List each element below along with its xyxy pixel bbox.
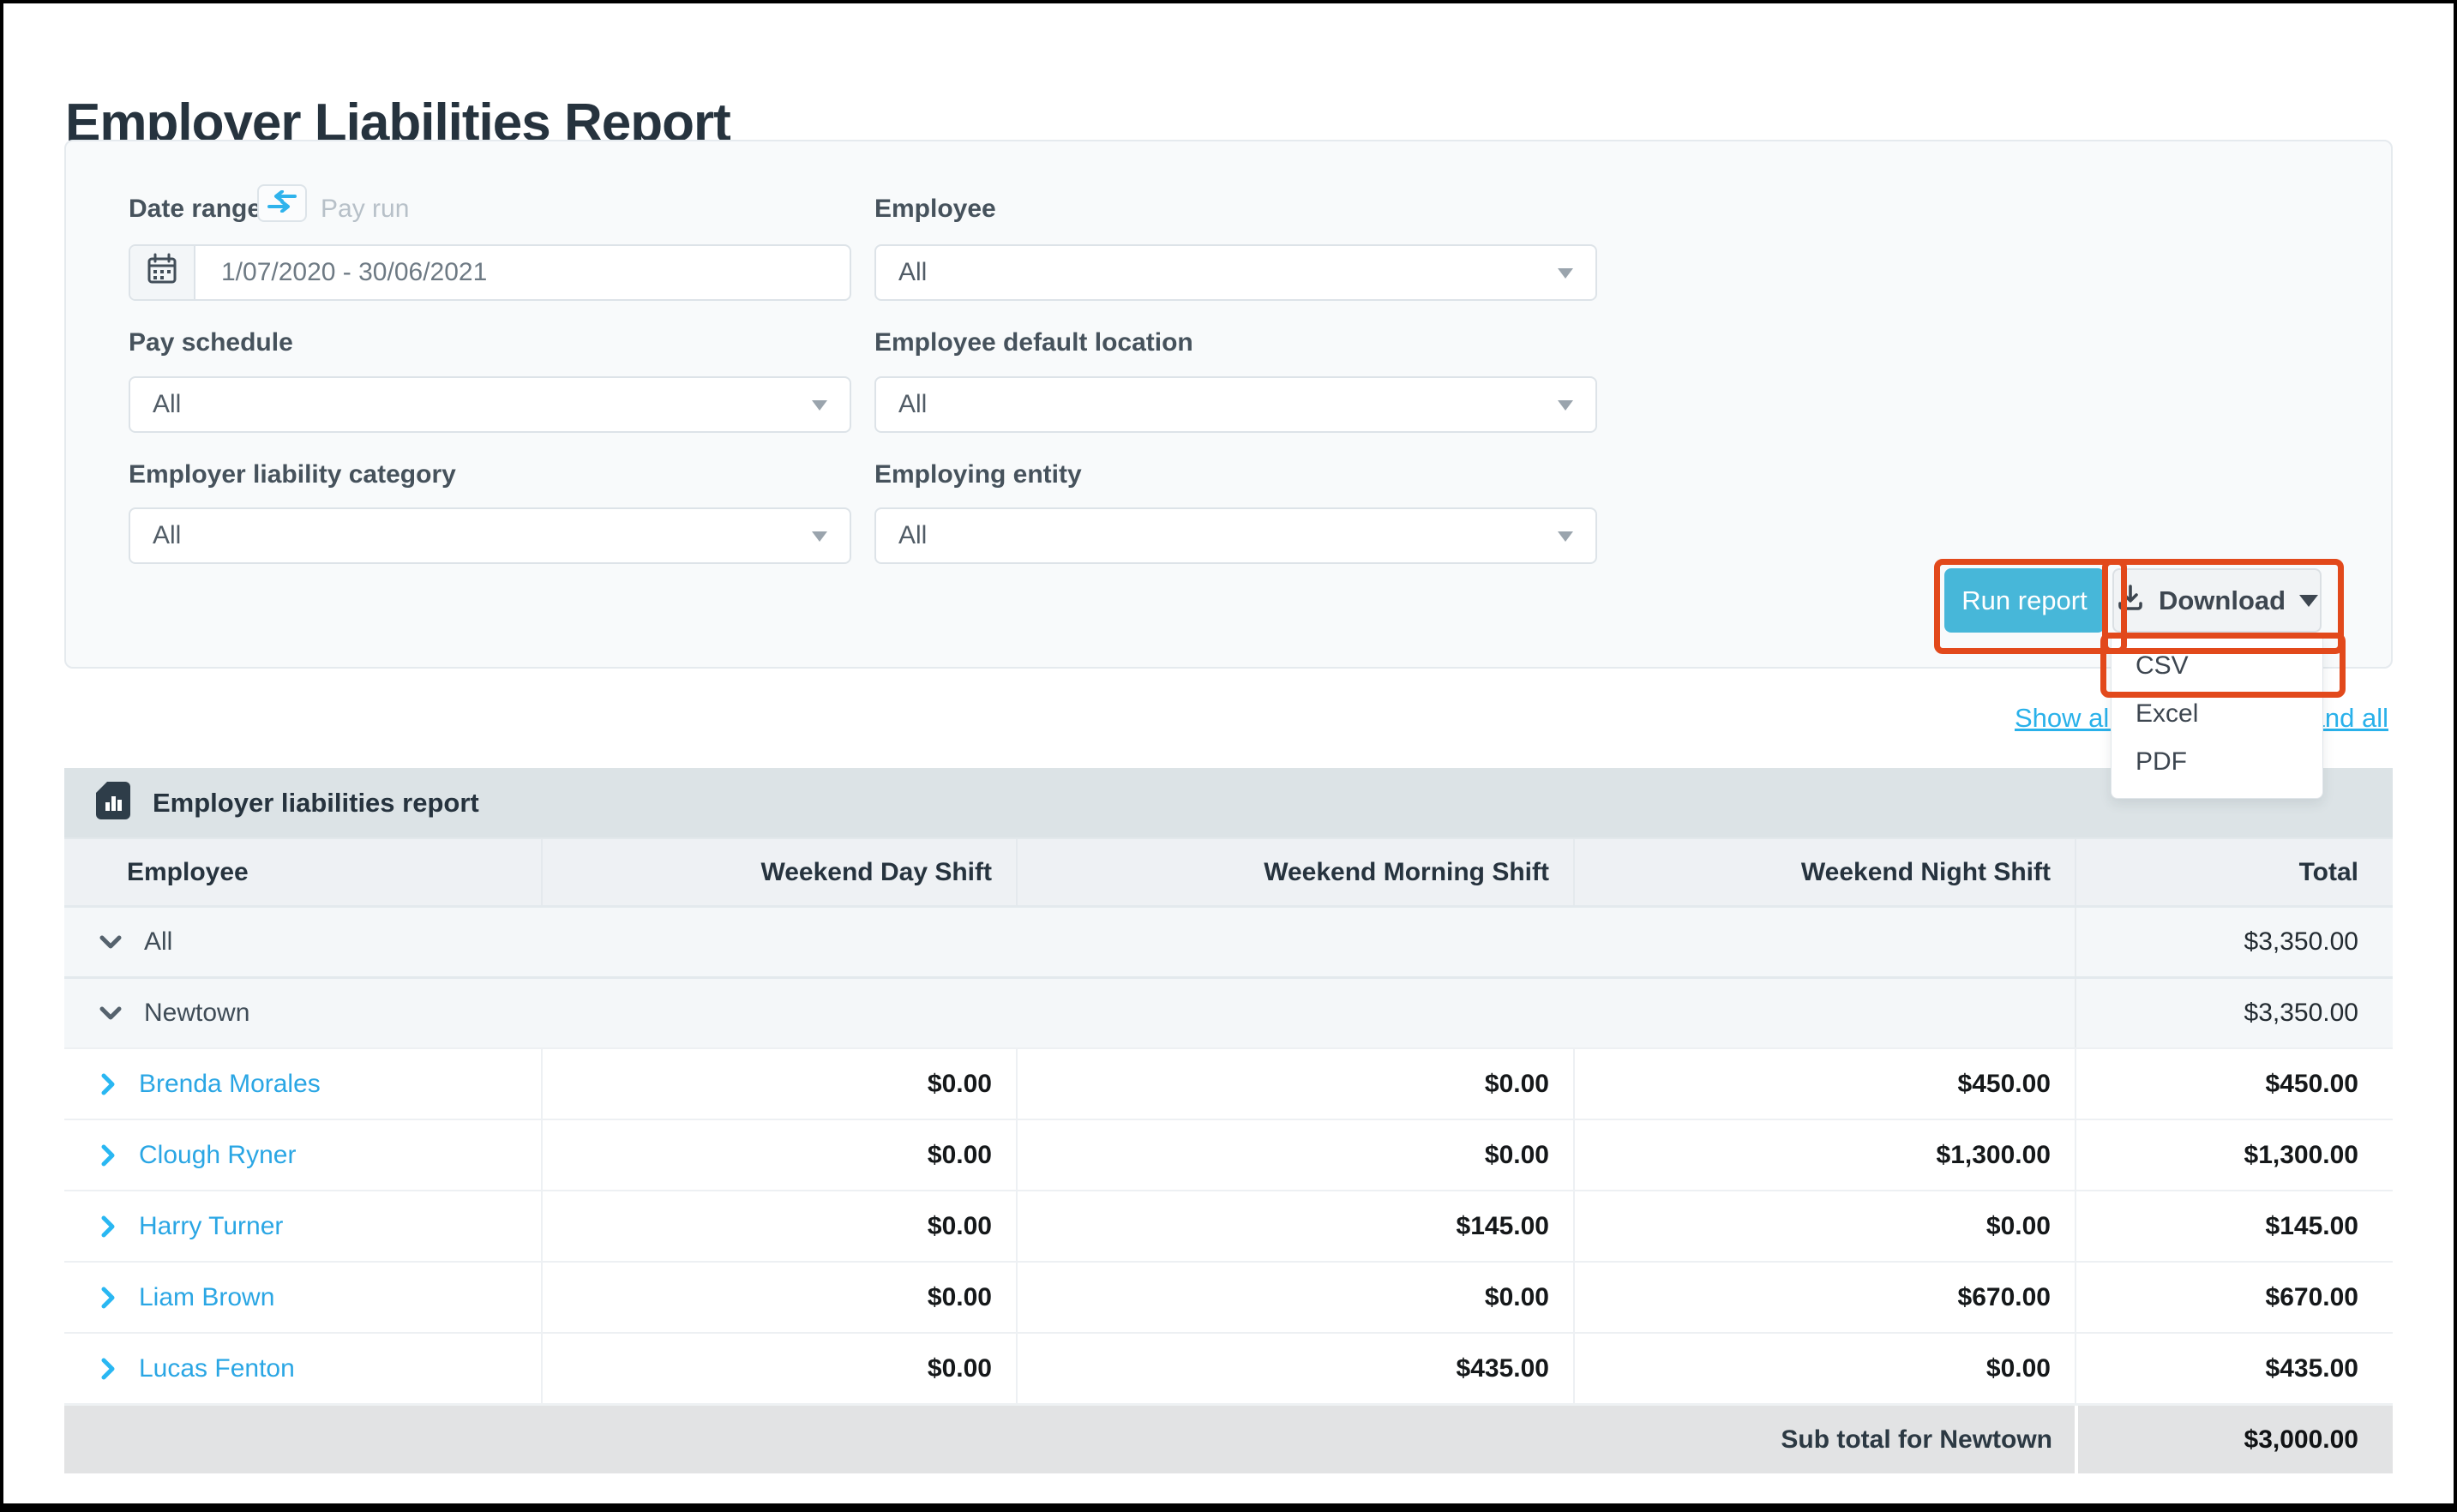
- group-label: All: [144, 927, 172, 957]
- total-value: $435.00: [2075, 1334, 2393, 1403]
- report-band-title: Employer liabilities report: [153, 788, 479, 819]
- download-menu-item-pdf[interactable]: PDF: [2112, 738, 2322, 786]
- chevron-down-icon: [1558, 400, 1573, 411]
- caret-down-icon: [2299, 595, 2318, 607]
- employee-default-location-select-value: All: [876, 390, 927, 419]
- group-label: Newtown: [144, 999, 249, 1028]
- employing-entity-select[interactable]: All: [874, 507, 1597, 564]
- weekend-morning-value: $0.00: [1016, 1049, 1573, 1119]
- weekend-morning-value: $0.00: [1016, 1120, 1573, 1190]
- weekend-night-value: $450.00: [1573, 1049, 2075, 1119]
- chevron-down-icon: [1558, 531, 1573, 542]
- employing-entity-label: Employing entity: [874, 460, 1082, 489]
- col-header-total: Total: [2075, 839, 2393, 905]
- group-total: $3,350.00: [2075, 979, 2393, 1047]
- download-button-label: Download: [2159, 585, 2286, 616]
- employee-name-link[interactable]: Lucas Fenton: [139, 1354, 295, 1383]
- col-header-employee: Employee: [64, 839, 541, 905]
- employee-name-link[interactable]: Clough Ryner: [139, 1141, 296, 1170]
- employer-liabilities-report-page: Employer Liabilities Report Date range P…: [0, 0, 2457, 1512]
- date-range-input[interactable]: 1/07/2020 - 30/06/2021: [129, 244, 851, 301]
- table-row-harry-turner: Harry Turner $0.00 $145.00 $0.00 $145.00: [64, 1190, 2393, 1261]
- weekend-night-value: $1,300.00: [1573, 1120, 2075, 1190]
- swap-arrows-icon: [267, 190, 297, 217]
- date-payrun-toggle[interactable]: [257, 184, 307, 222]
- employee-select-value: All: [876, 258, 927, 287]
- run-report-button[interactable]: Run report: [1944, 568, 2105, 633]
- weekend-day-value: $0.00: [541, 1120, 1016, 1190]
- chevron-down-icon: [1558, 268, 1573, 279]
- table-row-liam-brown: Liam Brown $0.00 $0.00 $670.00 $670.00: [64, 1261, 2393, 1332]
- employee-name-link[interactable]: Brenda Morales: [139, 1070, 321, 1099]
- pay-schedule-select-value: All: [130, 390, 181, 419]
- subtotal-value: $3,000.00: [2075, 1406, 2393, 1473]
- weekend-day-value: $0.00: [541, 1263, 1016, 1332]
- subtotal-row: Sub total for Newtown $3,000.00: [64, 1403, 2393, 1473]
- table-row-brenda-morales: Brenda Morales $0.00 $0.00 $450.00 $450.…: [64, 1047, 2393, 1119]
- download-menu-item-csv[interactable]: CSV: [2112, 642, 2322, 690]
- report-table: Employer liabilities report Employee Wee…: [64, 768, 2393, 1473]
- date-range-label: Date range: [129, 195, 261, 224]
- employer-liability-category-select[interactable]: All: [129, 507, 851, 564]
- weekend-morning-value: $0.00: [1016, 1263, 1573, 1332]
- chevron-right-icon[interactable]: [99, 1072, 117, 1096]
- employee-filter-label: Employee: [874, 195, 996, 224]
- download-menu: CSV Excel PDF: [2111, 638, 2323, 799]
- group-row-newtown[interactable]: Newtown $3,350.00: [64, 976, 2393, 1047]
- chevron-down-icon: [812, 531, 827, 542]
- col-header-weekend-day-shift: Weekend Day Shift: [541, 839, 1016, 905]
- subtotal-label: Sub total for Newtown: [64, 1406, 2075, 1473]
- employee-default-location-label: Employee default location: [874, 328, 1193, 357]
- pay-schedule-select[interactable]: All: [129, 376, 851, 433]
- pay-schedule-label: Pay schedule: [129, 328, 293, 357]
- download-menu-item-excel[interactable]: Excel: [2112, 690, 2322, 738]
- total-value: $145.00: [2075, 1191, 2393, 1261]
- employer-liability-category-select-value: All: [130, 521, 181, 550]
- report-header-row: Employee Weekend Day Shift Weekend Morni…: [64, 837, 2393, 905]
- chevron-down-icon[interactable]: [99, 1003, 123, 1023]
- total-value: $670.00: [2075, 1263, 2393, 1332]
- download-button[interactable]: Download: [2112, 568, 2322, 633]
- weekend-morning-value: $435.00: [1016, 1334, 1573, 1403]
- report-file-icon: [94, 780, 132, 825]
- calendar-icon: [147, 253, 177, 292]
- weekend-day-value: $0.00: [541, 1049, 1016, 1119]
- date-range-value: 1/07/2020 - 30/06/2021: [195, 258, 487, 287]
- col-header-weekend-night-shift: Weekend Night Shift: [1573, 839, 2075, 905]
- group-row-all[interactable]: All $3,350.00: [64, 905, 2393, 976]
- group-total: $3,350.00: [2075, 908, 2393, 976]
- chevron-right-icon[interactable]: [99, 1357, 117, 1381]
- chevron-down-icon[interactable]: [99, 932, 123, 952]
- pay-run-label: Pay run: [321, 195, 409, 224]
- weekend-morning-value: $145.00: [1016, 1191, 1573, 1261]
- employer-liability-category-label: Employer liability category: [129, 460, 456, 489]
- weekend-night-value: $670.00: [1573, 1263, 2075, 1332]
- chevron-right-icon[interactable]: [99, 1286, 117, 1310]
- col-header-weekend-morning-shift: Weekend Morning Shift: [1016, 839, 1573, 905]
- total-value: $450.00: [2075, 1049, 2393, 1119]
- employee-name-link[interactable]: Liam Brown: [139, 1283, 274, 1312]
- weekend-day-value: $0.00: [541, 1334, 1016, 1403]
- chevron-right-icon[interactable]: [99, 1143, 117, 1167]
- weekend-night-value: $0.00: [1573, 1191, 2075, 1261]
- employee-default-location-select[interactable]: All: [874, 376, 1597, 433]
- chevron-down-icon: [812, 400, 827, 411]
- weekend-night-value: $0.00: [1573, 1334, 2075, 1403]
- download-icon: [2116, 583, 2145, 619]
- report-band: Employer liabilities report: [64, 768, 2393, 837]
- show-all-link[interactable]: Show all: [2015, 703, 2115, 734]
- employing-entity-select-value: All: [876, 521, 927, 550]
- table-row-lucas-fenton: Lucas Fenton $0.00 $435.00 $0.00 $435.00: [64, 1332, 2393, 1403]
- table-row-clough-ryner: Clough Ryner $0.00 $0.00 $1,300.00 $1,30…: [64, 1119, 2393, 1190]
- calendar-addon[interactable]: [130, 246, 195, 299]
- weekend-day-value: $0.00: [541, 1191, 1016, 1261]
- employee-select[interactable]: All: [874, 244, 1597, 301]
- total-value: $1,300.00: [2075, 1120, 2393, 1190]
- employee-name-link[interactable]: Harry Turner: [139, 1212, 283, 1241]
- chevron-right-icon[interactable]: [99, 1215, 117, 1239]
